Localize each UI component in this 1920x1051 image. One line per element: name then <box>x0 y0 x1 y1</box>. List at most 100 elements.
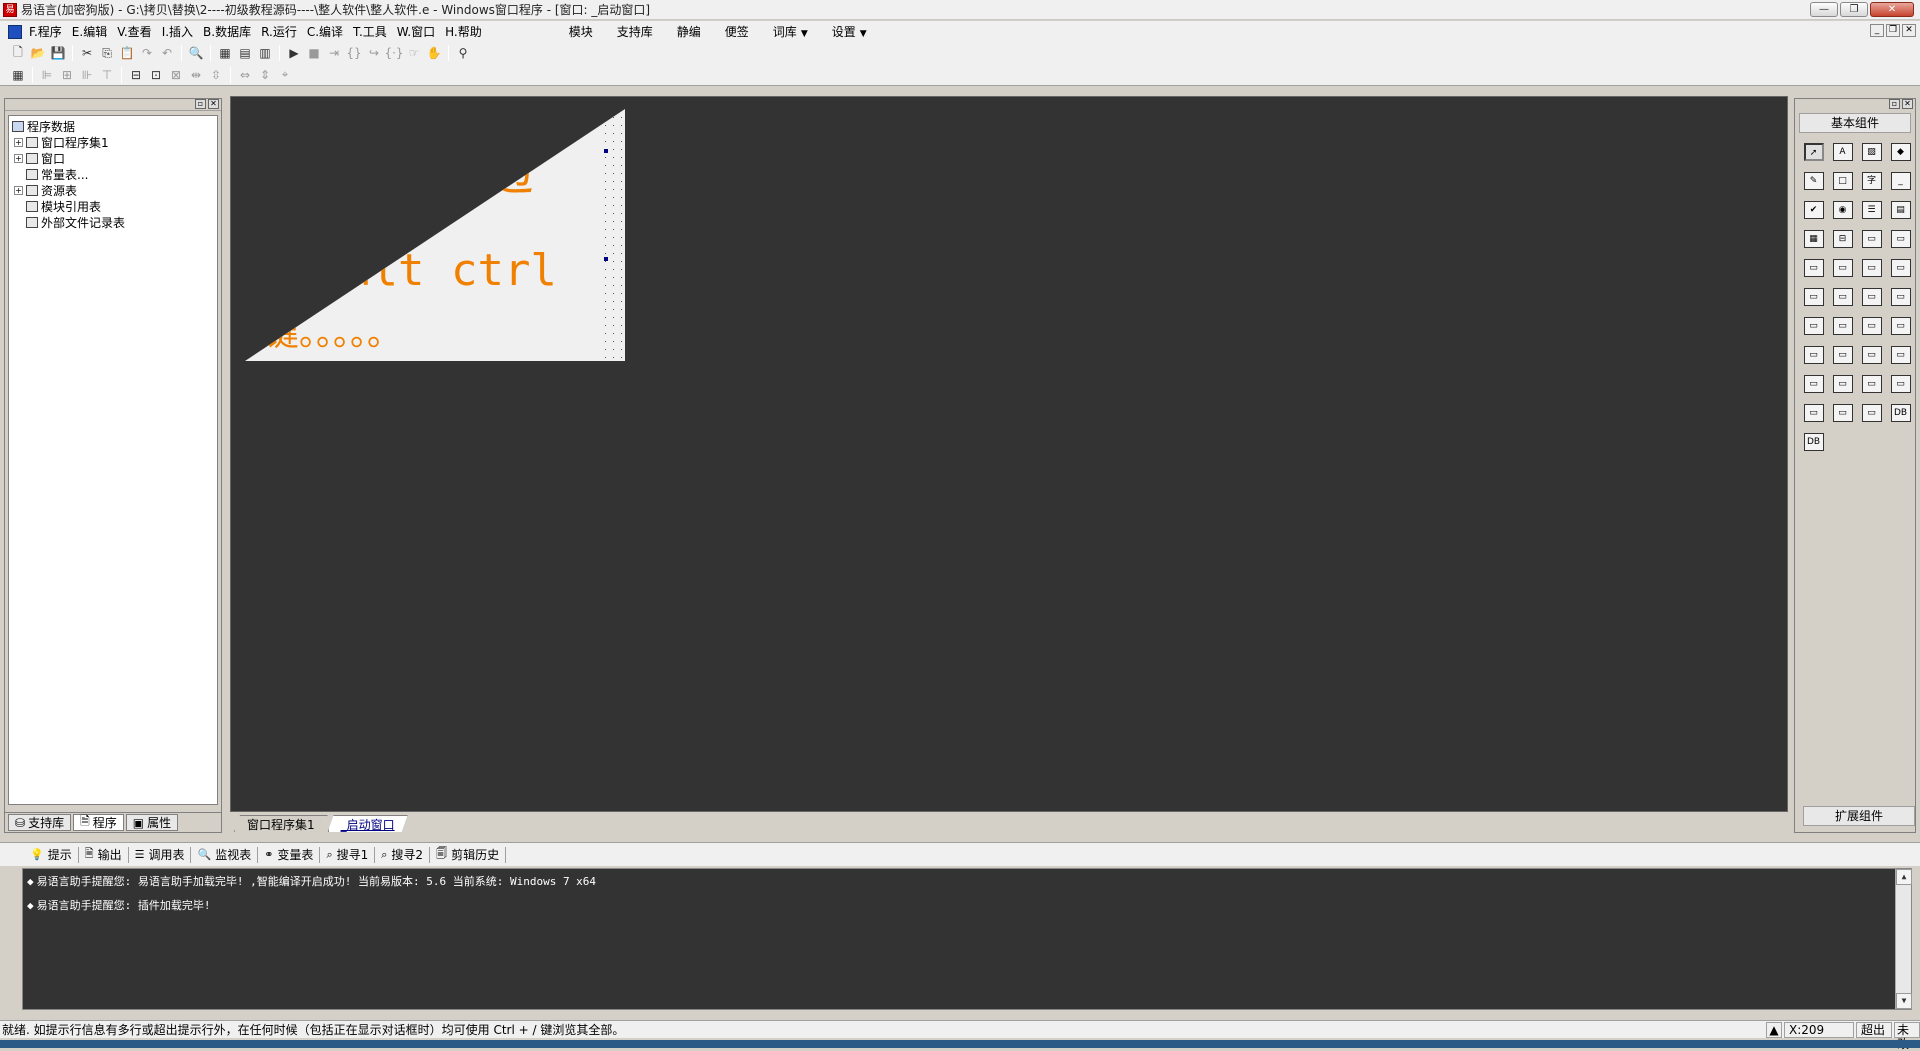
ruler-icon[interactable]: ▭ <box>1857 311 1886 340</box>
output-scrollbar[interactable]: ▲ ▼ <box>1895 869 1912 1009</box>
menu-insert[interactable]: I.插入 <box>157 23 198 40</box>
tab-variables[interactable]: ⚭ 变量表 <box>258 846 321 863</box>
center-v-icon[interactable]: ⇕ <box>255 66 275 84</box>
restore-button[interactable]: ❐ <box>1840 2 1868 17</box>
expand-icon[interactable]: + <box>14 185 23 195</box>
hand-icon[interactable]: ✋ <box>424 44 444 62</box>
same-height-icon[interactable]: ⊡ <box>146 66 166 84</box>
run-icon[interactable]: ▶ <box>284 44 304 62</box>
find-icon[interactable]: 🔍 <box>186 44 206 62</box>
menu-window[interactable]: W.窗口 <box>392 23 440 40</box>
panel-icon[interactable]: ▭ <box>1857 369 1886 398</box>
breakpoint-icon[interactable]: {·} <box>384 44 404 62</box>
panel-float-button[interactable]: ▫ <box>1889 99 1900 109</box>
checkbox-icon[interactable]: ✔ <box>1799 195 1828 224</box>
menu-view[interactable]: V.查看 <box>112 23 156 40</box>
menu-static-compile[interactable]: 静编 <box>665 23 713 40</box>
resize-handle[interactable] <box>604 257 608 261</box>
menu-compile[interactable]: C.编译 <box>302 23 348 40</box>
tab-watch[interactable]: 🔍 监视表 <box>191 846 259 863</box>
same-size-icon[interactable]: ⊠ <box>166 66 186 84</box>
panel-float-button[interactable]: ▫ <box>195 99 206 109</box>
combobox-icon[interactable]: ▤ <box>1886 195 1915 224</box>
tree-item-constants[interactable]: 常量表... <box>12 166 214 182</box>
tab-clipboard-history[interactable]: 🗐 剪辑历史 <box>430 846 507 863</box>
tab-support-lib[interactable]: ⛁ 支持库 <box>8 814 72 831</box>
menu-notes[interactable]: 便签 <box>713 23 761 40</box>
grid-icon[interactable]: ▦ <box>8 66 28 84</box>
tab-search1[interactable]: ⌕ 搜寻1 <box>320 846 376 863</box>
tree-item-module-refs[interactable]: 模块引用表 <box>12 198 214 214</box>
basic-components-header[interactable]: 基本组件 <box>1799 113 1911 133</box>
align-right-icon[interactable]: ⊪ <box>77 66 97 84</box>
tab-window-assembly[interactable]: 窗口程序集1 <box>234 815 328 832</box>
menu-module[interactable]: 模块 <box>557 23 605 40</box>
odbc2-icon[interactable]: DB <box>1799 427 1828 456</box>
extended-components-header[interactable]: 扩展组件 <box>1803 806 1915 826</box>
menu-support-lib[interactable]: 支持库 <box>605 23 665 40</box>
tab-program[interactable]: 🗎 程序 <box>73 814 124 831</box>
step-into-icon[interactable]: {} <box>344 44 364 62</box>
tab-call-stack[interactable]: ☰ 调用表 <box>129 846 192 863</box>
menu-program[interactable]: F.程序 <box>24 23 67 40</box>
scrollbar-h-icon[interactable]: ▭ <box>1886 224 1915 253</box>
menu-tools[interactable]: T.工具 <box>348 23 392 40</box>
stop-icon[interactable]: ■ <box>304 44 324 62</box>
minimize-button[interactable]: — <box>1810 2 1838 17</box>
progress-icon[interactable]: ▭ <box>1799 253 1828 282</box>
shape-icon[interactable]: ◆ <box>1886 137 1915 166</box>
scroll-up-icon[interactable]: ▲ <box>1896 869 1912 885</box>
port-icon[interactable]: ▭ <box>1799 369 1828 398</box>
cut-icon[interactable]: ✂ <box>77 44 97 62</box>
tree-item-window[interactable]: + 窗口 <box>12 150 214 166</box>
text-icon[interactable]: 字 <box>1857 166 1886 195</box>
tabs-icon[interactable]: ⊟ <box>1828 224 1857 253</box>
copy-icon[interactable]: ⎘ <box>97 44 117 62</box>
menu-lexicon[interactable]: 词库 ▼ <box>761 23 820 40</box>
expand-icon[interactable]: + <box>14 153 23 163</box>
align-top-icon[interactable]: ⊤ <box>97 66 117 84</box>
menu-run[interactable]: R.运行 <box>256 23 302 40</box>
odbc-icon[interactable]: DB <box>1886 398 1915 427</box>
same-width-icon[interactable]: ⊟ <box>126 66 146 84</box>
timer-icon[interactable]: ▭ <box>1799 340 1828 369</box>
tabctrl-icon[interactable]: ▭ <box>1886 253 1915 282</box>
vscroll-icon[interactable]: ▭ <box>1857 253 1886 282</box>
edit2-icon[interactable]: ▭ <box>1828 282 1857 311</box>
tab-output[interactable]: 🗎 输出 <box>79 846 129 863</box>
client-icon[interactable]: ▭ <box>1886 340 1915 369</box>
timer-grid-icon[interactable]: ▭ <box>1799 311 1828 340</box>
tree-item-resources[interactable]: + 资源表 <box>12 182 214 198</box>
tab-hint[interactable]: 💡 提示 <box>24 846 79 863</box>
mdi-close-button[interactable]: ✕ <box>1902 24 1916 37</box>
open-icon[interactable]: 📂 <box>28 44 48 62</box>
tree-item-window-assembly[interactable]: + 窗口程序集1 <box>12 134 214 150</box>
resize-handle[interactable] <box>604 149 608 153</box>
layout3-icon[interactable]: ▥ <box>255 44 275 62</box>
panel-close-button[interactable]: ✕ <box>208 99 219 109</box>
h-space-icon[interactable]: ⇹ <box>186 66 206 84</box>
output-pane[interactable]: ◆ 易语言助手提醒您: 易语言助手加载完毕! ,智能编译开启成功! 当前易版本:… <box>22 868 1912 1010</box>
save-icon[interactable]: 💾 <box>48 44 68 62</box>
server-icon[interactable]: ▭ <box>1857 340 1886 369</box>
printer2-icon[interactable]: ▭ <box>1828 340 1857 369</box>
menu-database[interactable]: B.数据库 <box>198 23 256 40</box>
form-designer[interactable]: 半边 alt ctrl 键。。。。。 <box>230 96 1788 812</box>
close-button[interactable]: ✕ <box>1870 2 1914 17</box>
paste-icon[interactable]: 📋 <box>117 44 137 62</box>
tab-search2[interactable]: ⌕ 搜寻2 <box>375 846 431 863</box>
pointer-icon[interactable]: ☞ <box>404 44 424 62</box>
net-icon[interactable]: ▭ <box>1828 369 1857 398</box>
center-both-icon[interactable]: ⌖ <box>275 66 295 84</box>
radio-icon[interactable]: ◉ <box>1828 195 1857 224</box>
scroll-down-icon[interactable]: ▼ <box>1896 993 1912 1009</box>
menu-edit[interactable]: E.编辑 <box>67 23 112 40</box>
line-icon[interactable]: _ <box>1886 166 1915 195</box>
menu-settings[interactable]: 设置 ▼ <box>820 23 879 40</box>
printer-icon[interactable]: ▭ <box>1828 311 1857 340</box>
expand-icon[interactable]: + <box>14 137 23 147</box>
panel-close-button[interactable]: ✕ <box>1902 99 1913 109</box>
edit-icon[interactable]: ✎ <box>1799 166 1828 195</box>
scrollbar-v-icon[interactable]: ▭ <box>1857 224 1886 253</box>
step-out-icon[interactable]: ↪ <box>364 44 384 62</box>
